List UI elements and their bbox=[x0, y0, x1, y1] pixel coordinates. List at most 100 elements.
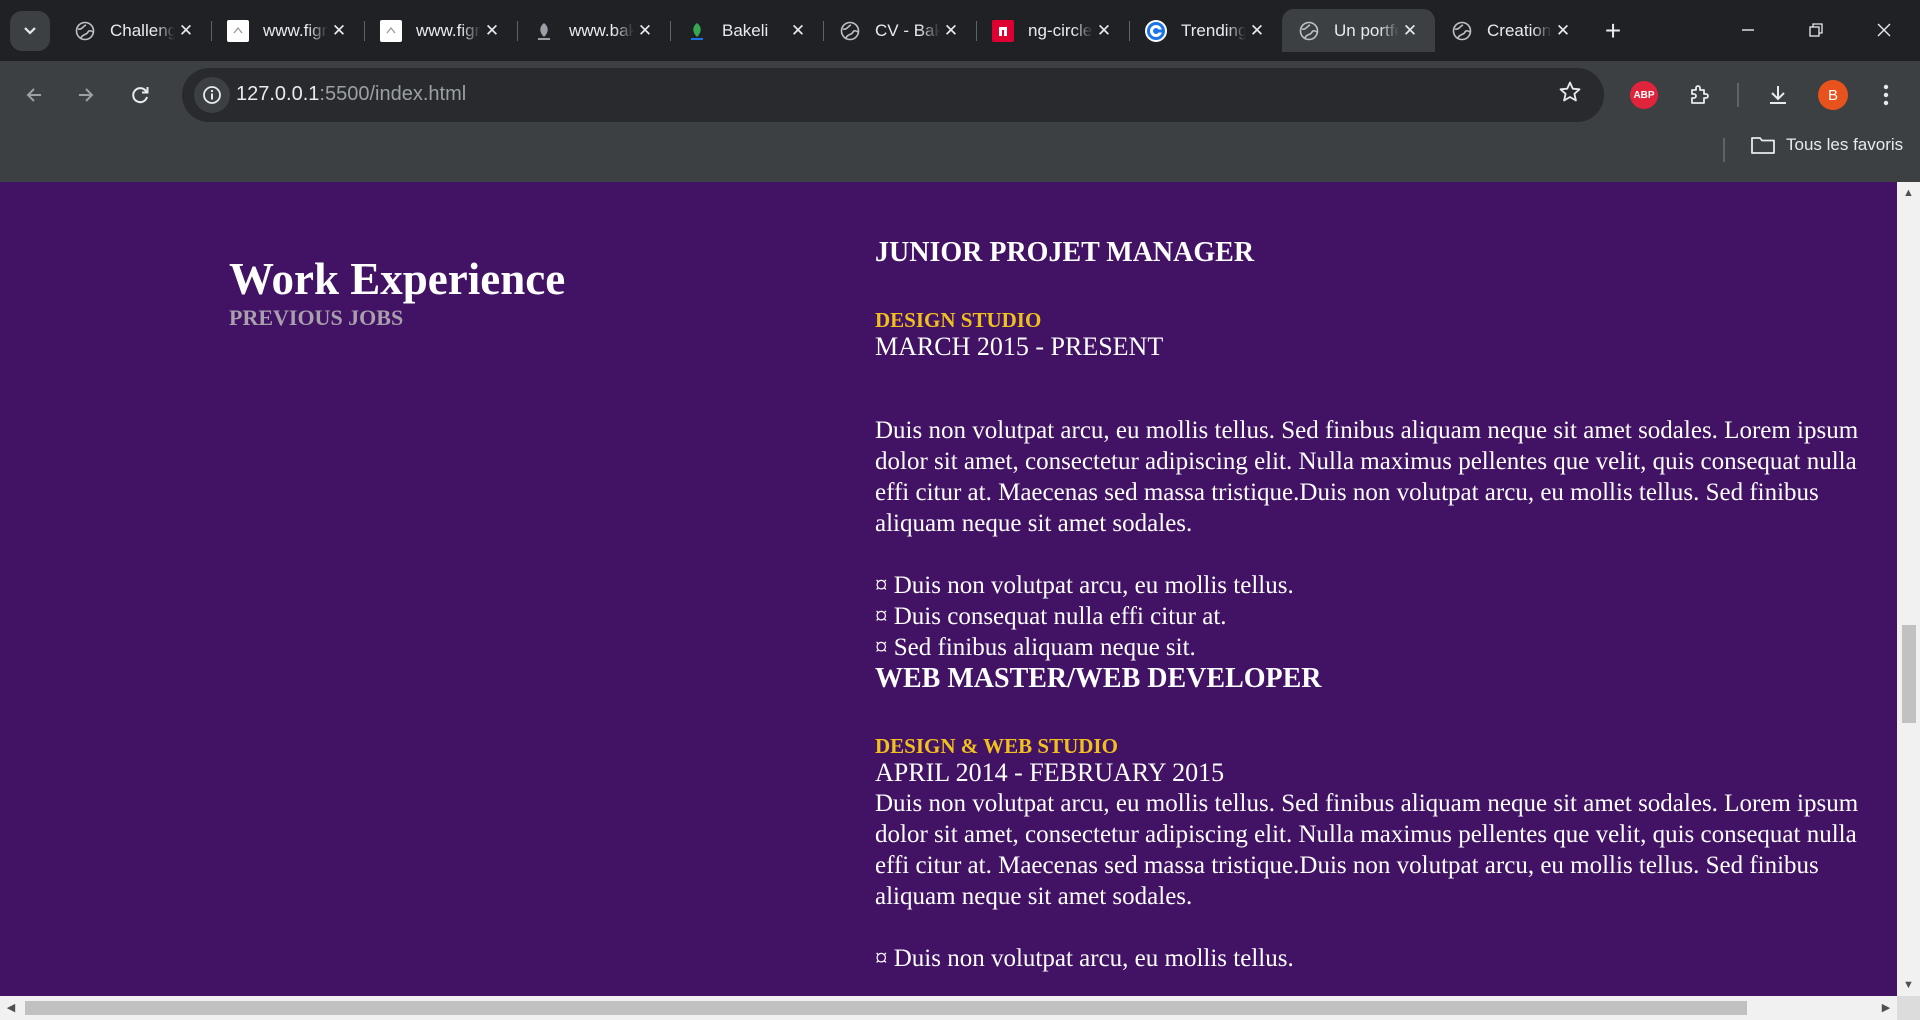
job-bullet: ¤ Duis non volutpat arcu, eu mollis tell… bbox=[875, 572, 1294, 599]
tab-figma-2[interactable]: www.figma.com ✕ bbox=[364, 9, 517, 52]
downloads-button[interactable] bbox=[1758, 75, 1798, 115]
close-icon bbox=[1877, 23, 1891, 37]
tab-challenge[interactable]: Challenge ✕ bbox=[58, 9, 211, 52]
tab-title: Bakeli bbox=[722, 20, 769, 40]
tab-title: Creations bbox=[1487, 20, 1552, 40]
back-button[interactable] bbox=[14, 75, 54, 115]
section-subtitle: PREVIOUS JOBS bbox=[229, 305, 404, 330]
extensions-button[interactable] bbox=[1679, 75, 1719, 115]
job-dates: APRIL 2014 - FEBRUARY 2015 bbox=[875, 758, 1225, 787]
url-text[interactable]: 127.0.0.1:5500/index.html bbox=[236, 83, 466, 106]
vertical-scroll-thumb[interactable] bbox=[1902, 625, 1916, 723]
reload-icon bbox=[132, 87, 149, 104]
url-host: 127.0.0.1 bbox=[236, 83, 320, 105]
more-vertical-icon bbox=[1883, 84, 1889, 106]
tab-creations[interactable]: Creations ✕ bbox=[1435, 9, 1588, 52]
page-icon bbox=[380, 19, 402, 42]
restore-icon bbox=[1809, 23, 1823, 37]
close-icon[interactable]: ✕ bbox=[634, 20, 656, 42]
bakeli-icon bbox=[533, 20, 555, 42]
close-icon[interactable]: ✕ bbox=[481, 20, 503, 42]
scroll-left-arrow-icon[interactable]: ◀ bbox=[0, 996, 22, 1020]
arrow-right-icon bbox=[79, 88, 94, 102]
globe-icon bbox=[1451, 20, 1473, 42]
bakeli-icon bbox=[686, 20, 708, 42]
horizontal-scrollbar[interactable]: ◀ ▶ bbox=[0, 996, 1920, 1020]
profile-button[interactable]: B bbox=[1813, 75, 1853, 115]
tab-bakeli-site[interactable]: www.bakeli.tech ✕ bbox=[517, 9, 670, 52]
restore-button[interactable] bbox=[1796, 10, 1836, 50]
bookmark-star-icon[interactable] bbox=[1558, 80, 1582, 112]
close-icon[interactable]: ✕ bbox=[940, 20, 962, 42]
tab-bakeli[interactable]: Bakeli ✕ bbox=[670, 9, 823, 52]
scrollbar-corner bbox=[1897, 996, 1920, 1020]
globe-icon bbox=[1298, 20, 1320, 42]
new-tab-button[interactable]: + bbox=[1596, 16, 1630, 46]
tab-title: www.bakeli.tech bbox=[569, 20, 634, 40]
c-icon bbox=[1145, 19, 1167, 42]
job-title: JUNIOR PROJET MANAGER bbox=[875, 237, 1255, 268]
reload-button[interactable] bbox=[120, 75, 160, 115]
tab-cv-bakeli[interactable]: CV - Bakeli ✕ bbox=[823, 9, 976, 52]
job-list: JUNIOR PROJET MANAGER DESIGN STUDIO MARC… bbox=[875, 237, 1875, 974]
tab-title: Un portfolio bbox=[1334, 20, 1399, 40]
close-icon[interactable]: ✕ bbox=[1246, 20, 1268, 42]
tab-title: Challenge bbox=[110, 20, 175, 40]
all-bookmarks-folder[interactable]: Tous les favoris bbox=[1750, 135, 1903, 155]
close-icon[interactable]: ✕ bbox=[175, 20, 197, 42]
url-path: :5500/index.html bbox=[319, 83, 467, 105]
folder-icon bbox=[1751, 137, 1775, 154]
close-window-button[interactable] bbox=[1864, 10, 1904, 50]
browser-toolbar: 127.0.0.1:5500/index.html ABP B Tous les… bbox=[0, 61, 1920, 188]
scroll-up-arrow-icon[interactable]: ▲ bbox=[1897, 182, 1920, 204]
job-bullet: ¤ Sed finibus aliquam neque sit. bbox=[875, 634, 1196, 661]
close-icon[interactable]: ✕ bbox=[787, 20, 809, 42]
toolbar-divider bbox=[1737, 83, 1739, 107]
job-company: DESIGN & WEB STUDIO bbox=[875, 734, 1118, 758]
scroll-right-arrow-icon[interactable]: ▶ bbox=[1875, 996, 1897, 1020]
site-info-button[interactable] bbox=[194, 77, 230, 113]
job-bullet: ¤ Duis consequat nulla effi citur at. bbox=[875, 603, 1227, 630]
puzzle-icon bbox=[1691, 85, 1709, 104]
close-icon[interactable]: ✕ bbox=[1552, 20, 1574, 42]
section-heading: Work Experience PREVIOUS JOBS bbox=[229, 254, 829, 332]
tab-list: Challenge ✕ www.figma.com ✕ www.figma.co… bbox=[58, 9, 1588, 52]
info-icon bbox=[203, 86, 221, 104]
tab-title: ng-circle bbox=[1028, 20, 1093, 40]
npm-icon bbox=[992, 19, 1014, 42]
close-icon[interactable]: ✕ bbox=[1399, 20, 1421, 42]
section-title: Work Experience bbox=[229, 254, 566, 304]
job-title: WEB MASTER/WEB DEVELOPER bbox=[875, 663, 1322, 694]
job-dates: MARCH 2015 - PRESENT bbox=[875, 332, 1164, 361]
tab-ng-circle[interactable]: ng-circle ✕ bbox=[976, 9, 1129, 52]
forward-button[interactable] bbox=[66, 75, 106, 115]
globe-icon bbox=[839, 20, 861, 42]
tab-title: Trending bbox=[1181, 20, 1246, 40]
job-description: Duis non volutpat arcu, eu mollis tellus… bbox=[875, 790, 1859, 910]
close-icon[interactable]: ✕ bbox=[328, 20, 350, 42]
horizontal-scroll-thumb[interactable] bbox=[25, 1001, 1747, 1015]
minimize-icon bbox=[1742, 29, 1754, 31]
avatar: B bbox=[1818, 80, 1848, 110]
globe-icon bbox=[74, 20, 96, 42]
job-description: Duis non volutpat arcu, eu mollis tellus… bbox=[875, 417, 1859, 537]
vertical-scrollbar[interactable]: ▲ ▼ bbox=[1897, 182, 1920, 996]
tab-portfolio-active[interactable]: Un portfolio ✕ bbox=[1282, 9, 1435, 52]
tab-strip: Challenge ✕ www.figma.com ✕ www.figma.co… bbox=[0, 0, 1920, 61]
address-bar[interactable]: 127.0.0.1:5500/index.html bbox=[182, 68, 1604, 122]
minimize-button[interactable] bbox=[1728, 10, 1768, 50]
tab-trending[interactable]: Trending ✕ bbox=[1129, 9, 1282, 52]
bookmark-folder-label: Tous les favoris bbox=[1786, 135, 1904, 154]
job-bullet: ¤ Duis non volutpat arcu, eu mollis tell… bbox=[875, 945, 1294, 972]
adblock-icon: ABP bbox=[1630, 81, 1658, 109]
close-icon[interactable]: ✕ bbox=[1093, 20, 1115, 42]
tab-figma-1[interactable]: www.figma.com ✕ bbox=[211, 9, 364, 52]
tab-title: www.figma.com bbox=[263, 20, 328, 40]
tab-search-button[interactable] bbox=[10, 11, 50, 51]
adblock-extension-button[interactable]: ABP bbox=[1624, 75, 1664, 115]
browser-menu-button[interactable] bbox=[1866, 75, 1906, 115]
download-icon bbox=[1770, 86, 1786, 104]
scroll-down-arrow-icon[interactable]: ▼ bbox=[1897, 974, 1920, 996]
tab-title: www.figma.com bbox=[416, 20, 481, 40]
bookmarks-divider bbox=[1723, 138, 1725, 162]
